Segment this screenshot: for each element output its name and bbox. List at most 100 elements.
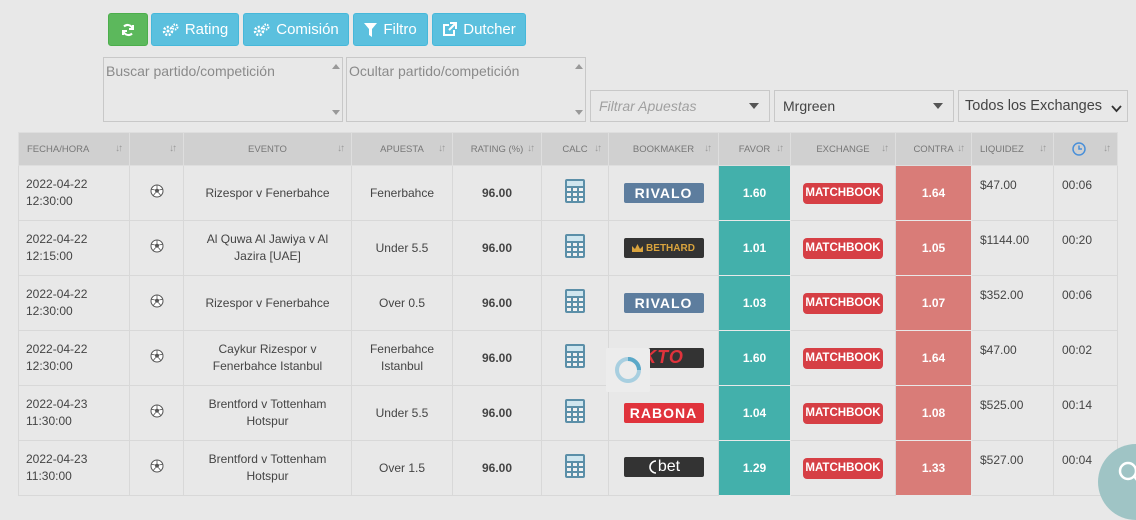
contra-cell: 1.33 (895, 440, 972, 496)
calculator-icon[interactable] (565, 343, 585, 373)
comision-button[interactable]: Comisión (243, 13, 349, 46)
bookmaker-logo-text: BETHARD (646, 242, 695, 254)
table-row: 2022-04-23 11:30:00 Brentford v Tottenham … (18, 385, 1118, 441)
exchange-select[interactable]: Todos los Exchanges (958, 90, 1128, 122)
fecha-cell: 2022-04-22 12:15:00 (18, 220, 130, 276)
external-link-icon (443, 22, 458, 36)
calculator-icon[interactable] (565, 178, 585, 208)
calculator-icon[interactable] (565, 288, 585, 318)
sort-icon: ↓↑ (527, 143, 535, 154)
bookmaker-logo[interactable]: RABONA (623, 403, 704, 423)
filtrar-apuestas-select[interactable]: Filtrar Apuestas (590, 90, 770, 122)
bookmaker-logo-text: bet (657, 458, 681, 475)
liquidez-cell: $47.00 (971, 330, 1054, 386)
exchange-logo[interactable]: MATCHBOOK (803, 457, 883, 479)
elapsed-cell: 00:14 (1053, 385, 1118, 441)
bookmaker-logo[interactable]: bet (623, 456, 704, 477)
header-liquidez[interactable]: LIQUIDEZ ↓↑ (971, 132, 1054, 166)
header-sport[interactable]: ↓↑ (129, 132, 184, 166)
sport-cell (129, 165, 184, 221)
sort-icon: ↓↑ (438, 143, 446, 154)
dutcher-button[interactable]: Dutcher (432, 13, 526, 46)
apuesta-cell: Fenerbahce Istanbul (351, 330, 453, 386)
table-row: 2022-04-23 11:30:00 Brentford v Tottenham … (18, 440, 1118, 496)
calc-cell[interactable] (541, 440, 609, 496)
exchange-logo[interactable]: MATCHBOOK (803, 347, 883, 369)
calculator-icon[interactable] (565, 398, 585, 428)
filtro-button[interactable]: Filtro (353, 13, 428, 46)
rating-value: 96.00 (481, 295, 513, 310)
bets-table: FECHA/HORA ↓↑ ↓↑ EVENTO ↓↑ APUESTA ↓↑ RATIN… (18, 132, 1118, 496)
favor-cell: 1.60 (718, 330, 791, 386)
contra-cell: 1.08 (895, 385, 972, 441)
calc-cell[interactable] (541, 385, 609, 441)
header-calc[interactable]: CALC ↓↑ (541, 132, 609, 166)
apuesta-text: Fenerbahce Istanbul (369, 342, 435, 373)
calc-cell[interactable] (541, 330, 609, 386)
rating-cell: 96.00 (452, 165, 542, 221)
soccer-ball-icon (150, 294, 164, 313)
gears-icon (162, 23, 179, 36)
favor-value: 1.60 (742, 350, 767, 365)
contra-value: 1.05 (921, 240, 946, 255)
soccer-ball-icon (150, 404, 164, 423)
fecha-date: 2022-04-22 (26, 232, 88, 246)
exchange-logo-text: MATCHBOOK (805, 296, 881, 309)
fecha-date: 2022-04-23 (26, 452, 88, 466)
exchange-logo[interactable]: MATCHBOOK (803, 402, 883, 424)
fecha-time: 11:30:00 (26, 414, 72, 428)
header-bookmaker[interactable]: BOOKMAKER ↓↑ (608, 132, 719, 166)
sort-icon: ↓↑ (169, 143, 177, 154)
spinner-icon (615, 357, 641, 383)
elapsed-cell: 00:20 (1053, 220, 1118, 276)
header-fecha[interactable]: FECHA/HORA ↓↑ (18, 132, 130, 166)
evento-text: Rizespor v Fenerbahce (205, 295, 330, 310)
liquidez-value: $527.00 (980, 453, 1024, 467)
favor-cell: 1.03 (718, 275, 791, 331)
rating-button[interactable]: Rating (151, 13, 239, 46)
bookmaker-cell: RIVALO (608, 165, 719, 221)
ocultar-scrollbar[interactable] (572, 58, 585, 121)
bookmaker-logo[interactable]: RIVALO (623, 183, 704, 203)
exchange-cell: MATCHBOOK (790, 330, 896, 386)
favor-cell: 1.29 (718, 440, 791, 496)
buscar-scrollbar[interactable] (329, 58, 342, 121)
refresh-button[interactable] (108, 13, 148, 46)
buscar-partido-input[interactable] (103, 57, 343, 122)
bookmaker-logo[interactable]: BETHARD (623, 238, 704, 258)
sort-icon: ↓↑ (957, 143, 965, 154)
calculator-icon[interactable] (565, 453, 585, 483)
bookmaker-logo[interactable]: RIVALO (623, 293, 704, 313)
exchange-logo[interactable]: MATCHBOOK (803, 237, 883, 259)
exchange-logo[interactable]: MATCHBOOK (803, 182, 883, 204)
header-contra[interactable]: CONTRA ↓↑ (895, 132, 972, 166)
bookmaker-select[interactable]: Mrgreen (774, 90, 954, 122)
liquidez-cell: $1144.00 (971, 220, 1054, 276)
header-apuesta[interactable]: APUESTA ↓↑ (351, 132, 453, 166)
evento-text: Brentford v Tottenham Hotspur (208, 397, 327, 428)
header-evento[interactable]: EVENTO ↓↑ (183, 132, 352, 166)
evento-cell: Rizespor v Fenerbahce (183, 165, 352, 221)
apuesta-cell: Under 5.5 (351, 385, 453, 441)
sport-cell (129, 330, 184, 386)
fecha-time: 12:30:00 (26, 304, 73, 318)
calculator-icon[interactable] (565, 233, 585, 263)
filtrar-apuestas-placeholder: Filtrar Apuestas (599, 98, 697, 114)
header-rating[interactable]: RATING (%) ↓↑ (452, 132, 542, 166)
evento-text: Brentford v Tottenham Hotspur (208, 452, 327, 483)
calc-cell[interactable] (541, 220, 609, 276)
exchange-cell: MATCHBOOK (790, 165, 896, 221)
sport-cell (129, 275, 184, 331)
evento-text: Rizespor v Fenerbahce (205, 185, 330, 200)
exchange-logo[interactable]: MATCHBOOK (803, 292, 883, 314)
header-exchange[interactable]: EXCHANGE ↓↑ (790, 132, 896, 166)
favor-value: 1.04 (742, 405, 767, 420)
header-favor[interactable]: FAVOR ↓↑ (718, 132, 791, 166)
liquidez-cell: $525.00 (971, 385, 1054, 441)
rating-value: 96.00 (481, 405, 513, 420)
calc-cell[interactable] (541, 275, 609, 331)
calc-cell[interactable] (541, 165, 609, 221)
header-time[interactable]: ↓↑ (1053, 132, 1118, 166)
ocultar-partido-input[interactable] (346, 57, 586, 122)
contra-value: 1.64 (921, 350, 946, 365)
